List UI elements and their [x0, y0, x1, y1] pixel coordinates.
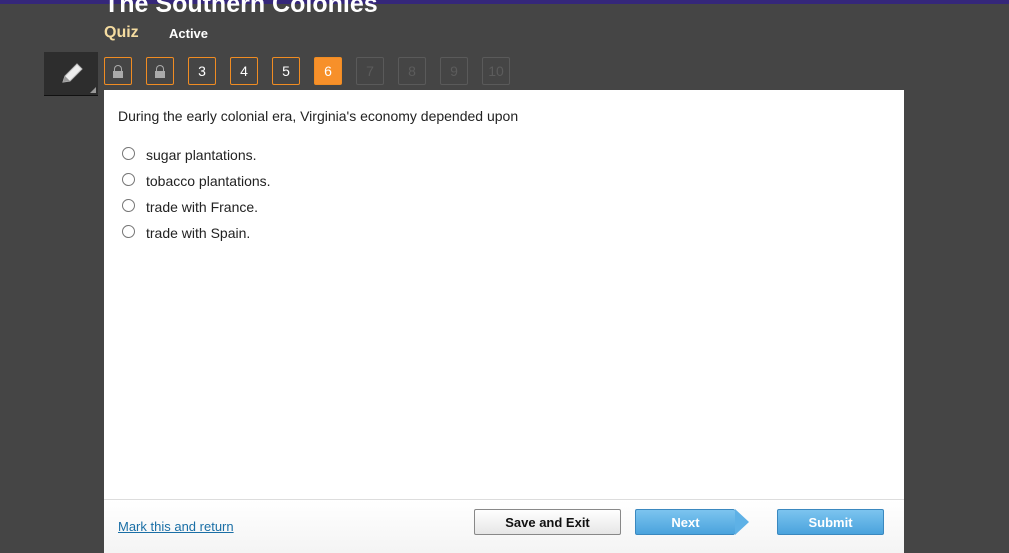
answer-option[interactable]: sugar plantations.: [122, 142, 271, 168]
question-5-button[interactable]: 5: [272, 57, 300, 85]
radio-button[interactable]: [122, 198, 135, 212]
question-7-button: 7: [356, 57, 384, 85]
question-text: During the early colonial era, Virginia'…: [118, 108, 519, 124]
question-4-button[interactable]: 4: [230, 57, 258, 85]
mark-and-return-link[interactable]: Mark this and return: [118, 519, 234, 534]
save-and-exit-button[interactable]: Save and Exit: [474, 509, 621, 535]
question-2-button[interactable]: [146, 57, 174, 85]
option-label: trade with France.: [146, 199, 259, 215]
option-label: trade with Spain.: [146, 225, 251, 241]
lock-icon: [155, 64, 165, 78]
question-3-button[interactable]: 3: [188, 57, 216, 85]
question-6-button[interactable]: 6: [314, 57, 342, 85]
radio-button[interactable]: [122, 224, 135, 238]
radio-button[interactable]: [122, 146, 135, 160]
next-button[interactable]: Next: [635, 509, 749, 535]
pencil-icon: [62, 62, 83, 83]
answer-option[interactable]: tobacco plantations.: [122, 168, 271, 194]
page-title: The Southern Colonies: [104, 0, 378, 18]
question-10-button: 10: [482, 57, 510, 85]
status-label: Active: [169, 26, 209, 41]
activity-type: Quiz: [104, 24, 139, 41]
question-1-button[interactable]: [104, 57, 132, 85]
answer-options: sugar plantations. tobacco plantations. …: [122, 142, 271, 246]
radio-button[interactable]: [122, 172, 135, 186]
question-9-button: 9: [440, 57, 468, 85]
answer-option[interactable]: trade with France.: [122, 194, 271, 220]
question-panel: During the early colonial era, Virginia'…: [104, 90, 904, 553]
answer-option[interactable]: trade with Spain.: [122, 220, 271, 246]
submit-button[interactable]: Submit: [777, 509, 884, 535]
option-label: sugar plantations.: [146, 147, 257, 163]
option-label: tobacco plantations.: [146, 173, 271, 189]
pencil-tool-button[interactable]: [44, 52, 98, 96]
footer-bar: Mark this and return Save and Exit Next …: [104, 499, 904, 553]
question-nav: 3 4 5 6 7 8 9 10: [104, 57, 510, 85]
question-8-button: 8: [398, 57, 426, 85]
lock-icon: [113, 64, 123, 78]
